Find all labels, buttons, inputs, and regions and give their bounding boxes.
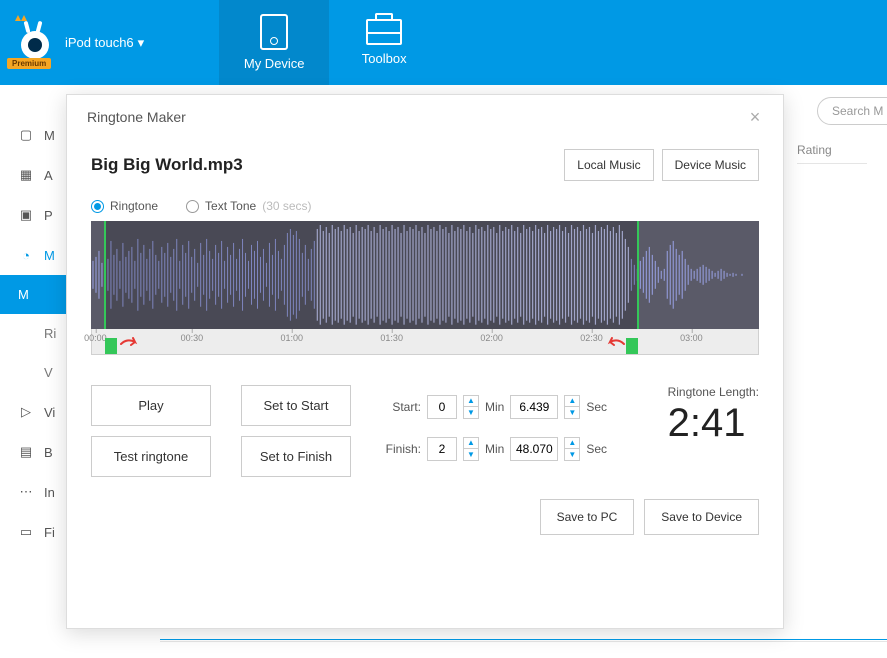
save-to-device-button[interactable]: Save to Device [644,499,759,535]
tab-my-device[interactable]: My Device [219,0,329,85]
tick: 02:30 [580,333,603,343]
device-icon [260,14,288,50]
tab-label: Toolbox [362,51,407,66]
modal-title: Ringtone Maker [87,109,186,125]
finish-sec-input[interactable] [510,437,558,461]
chevron-down-icon: ▾ [138,35,145,51]
finish-min-spinner[interactable]: ▲▼ [463,437,479,461]
save-to-pc-button[interactable]: Save to PC [540,499,635,535]
min-label: Min [485,442,504,456]
device-label: iPod touch6 [65,35,134,50]
start-time-row: Start: ▲▼ Min ▲▼ Sec [381,395,607,419]
chevron-down-icon[interactable]: ▼ [464,449,478,460]
chevron-down-icon[interactable]: ▼ [565,449,579,460]
radio-texttone[interactable]: Text Tone (30 secs) [186,199,312,213]
top-bar: Premium iPod touch6 ▾ My Device Toolbox [0,0,887,85]
min-label: Min [485,400,504,414]
timeline[interactable]: 00:00 00:30 01:00 01:30 02:00 02:30 03:0… [91,329,759,355]
waveform[interactable] [91,221,759,329]
arrow-right-icon [119,336,143,352]
length-value: 2:41 [668,401,759,446]
column-header-rating[interactable]: Rating [797,143,867,164]
selection-region[interactable] [104,221,638,329]
folder-icon: ▭ [18,524,34,540]
image-icon: ▣ [18,207,34,223]
sec-label: Sec [586,400,607,414]
radio-dot-icon [91,200,104,213]
finish-sec-spinner[interactable]: ▲▼ [564,437,580,461]
set-start-button[interactable]: Set to Start [241,385,351,426]
play-icon: ▷ [18,404,34,420]
grid-icon: ▦ [18,167,34,183]
test-ringtone-button[interactable]: Test ringtone [91,436,211,477]
finish-label: Finish: [381,442,421,456]
app-logo-icon: Premium [15,23,55,63]
music-icon: ◔ [18,247,34,263]
arrow-left-icon [602,336,626,352]
set-finish-button[interactable]: Set to Finish [241,436,351,477]
tick: 01:30 [380,333,403,343]
start-label: Start: [381,400,421,414]
device-dropdown[interactable]: iPod touch6 ▾ [65,35,144,51]
device-music-button[interactable]: Device Music [662,149,759,181]
close-icon[interactable]: × [747,109,763,125]
tick: 01:00 [281,333,304,343]
chevron-up-icon[interactable]: ▲ [565,438,579,449]
start-handle[interactable] [105,338,117,354]
play-button[interactable]: Play [91,385,211,426]
book-icon: ▤ [18,444,34,460]
sec-label: Sec [586,442,607,456]
start-min-input[interactable] [427,395,457,419]
chevron-up-icon[interactable]: ▲ [464,396,478,407]
end-handle[interactable] [626,338,638,354]
local-music-button[interactable]: Local Music [564,149,653,181]
radio-dot-icon [186,200,199,213]
ringtone-maker-modal: Ringtone Maker × Big Big World.mp3 Local… [66,94,784,629]
chevron-up-icon[interactable]: ▲ [565,396,579,407]
tab-toolbox[interactable]: Toolbox [329,0,439,85]
radio-ringtone[interactable]: Ringtone [91,199,158,213]
logo-area: Premium iPod touch6 ▾ [0,23,159,63]
toolbox-icon [366,19,402,45]
tick: 03:00 [680,333,703,343]
tick: 00:00 [84,333,107,343]
finish-min-input[interactable] [427,437,457,461]
start-min-spinner[interactable]: ▲▼ [463,395,479,419]
search-input[interactable]: Search M [817,97,887,125]
finish-time-row: Finish: ▲▼ Min ▲▼ Sec [381,437,607,461]
divider [160,639,887,640]
start-sec-input[interactable] [510,395,558,419]
phone-icon: ▢ [18,127,34,143]
tick: 00:30 [181,333,204,343]
start-sec-spinner[interactable]: ▲▼ [564,395,580,419]
message-icon: ⋯ [18,484,34,500]
radio-label: Text Tone [205,199,256,213]
chevron-up-icon[interactable]: ▲ [464,438,478,449]
radio-label: Ringtone [110,199,158,213]
tick: 02:00 [480,333,503,343]
tab-label: My Device [244,56,305,71]
chevron-down-icon[interactable]: ▼ [464,407,478,418]
premium-badge: Premium [7,58,51,69]
chevron-down-icon[interactable]: ▼ [565,407,579,418]
length-label: Ringtone Length: [668,385,759,399]
radio-hint: (30 secs) [262,199,311,213]
filename-label: Big Big World.mp3 [91,155,243,175]
